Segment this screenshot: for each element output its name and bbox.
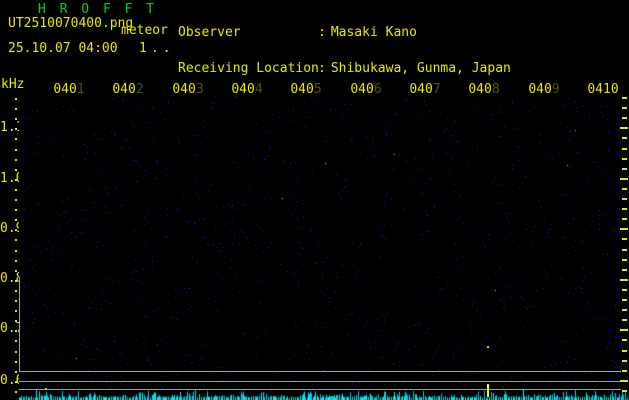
freq-tick-left [15,270,17,272]
info-value: Shibukawa, Gunma, Japan [330,61,511,77]
freq-tick-left [15,260,17,262]
freq-tick-left [15,391,17,393]
freq-tick-right-major [620,228,628,230]
freq-tick-right-minor [622,218,627,220]
freq-tick-right-minor [622,208,627,210]
time-tick-label: 0408 [468,82,500,97]
freq-tick-left [15,250,17,252]
freq-tick-left [15,229,17,231]
freq-tick-right-major [620,178,628,180]
level-gridline [19,389,621,390]
time-tick-label: 0401 [53,82,85,97]
info-value: Masaki Kano [330,25,417,40]
freq-tick-left [15,361,17,363]
freq-tick-right-minor [622,360,627,362]
echo-counter: 1.. [139,41,175,56]
freq-tick-left [15,209,17,211]
freq-tick-right-minor [622,289,627,291]
time-tick-label: 0403 [172,82,204,97]
time-tick-label: 0404 [231,82,263,97]
freq-tick-right-minor [622,188,627,190]
freq-tick-right-minor [622,259,627,261]
freq-tick-left [15,239,17,241]
level-graph-left-border [19,277,20,371]
info-label: Receiving Location [178,61,319,77]
freq-tick-right-minor [622,107,627,109]
freq-tick-right-minor [622,350,627,352]
freq-tick-right-minor [622,309,627,311]
event-dot [45,388,47,390]
observation-datetime: 25.10.07 04:00 [8,41,118,56]
time-tick-label: 0402 [112,82,144,97]
freq-tick-right-major [620,127,628,129]
freq-tick-right-minor [622,249,627,251]
freq-tick-right-minor [622,168,627,170]
hrofft-window: H R O F F T UT2510070400.png meteor 25.1… [0,0,629,400]
freq-tick-left [15,149,17,151]
freq-tick-right-minor [622,339,627,341]
freq-tick-left [15,118,17,120]
freq-tick-right-minor [622,390,627,392]
time-tick-label: 0405 [290,82,322,97]
freq-tick-left [15,330,17,332]
freq-tick-right-minor [622,117,627,119]
freq-tick-right-minor [622,137,627,139]
event-dot [487,346,489,348]
time-tick-label: 0410 [587,82,619,97]
info-label: Observer [178,25,241,40]
freq-tick-left [15,138,17,140]
level-gridline [19,371,621,372]
freq-tick-right-major [620,380,628,382]
info-row-location: Receiving Location: Shibukawa, Gunma, Jap… [178,61,573,77]
freq-tick-right-minor [622,158,627,160]
freq-tick-right-minor [622,97,627,99]
freq-tick-right-major [620,279,628,281]
freq-tick-left [15,320,17,322]
freq-tick-right-minor [622,269,627,271]
freq-tick-left [15,169,17,171]
freq-tick-left [15,219,17,221]
mode-label: meteor [121,23,168,38]
freq-tick-right-minor [622,370,627,372]
freq-tick-left [15,128,17,130]
freq-tick-left [15,159,17,161]
freq-tick-right-major [620,329,628,331]
freq-tick-left [15,310,17,312]
info-separator: : [318,61,326,77]
freq-tick-left [15,199,17,201]
freq-tick-left [15,300,17,302]
freq-tick-left [15,371,17,373]
freq-tick-right-minor [622,238,627,240]
freq-tick-left [15,290,17,292]
spectrogram-canvas [19,96,629,400]
freq-tick-right-minor [622,319,627,321]
freq-tick-left [15,98,17,100]
time-tick-label: 0407 [409,82,441,97]
freq-tick-left [15,351,17,353]
app-title: H R O F F T [38,2,158,17]
freq-tick-left [15,179,17,181]
freq-axis-unit: kHz [1,77,25,92]
freq-tick-left [15,108,17,110]
time-tick-label: 0409 [528,82,560,97]
info-row-observer: Observer: Masaki Kano [178,25,573,40]
freq-tick-right-minor [622,299,627,301]
freq-tick-left [15,381,17,383]
meteor-event-marker [487,384,489,397]
freq-tick-left [15,189,17,191]
freq-tick-right-minor [622,198,627,200]
freq-tick-left [15,340,17,342]
output-filename: UT2510070400.png [8,16,134,31]
time-tick-label: 0406 [350,82,382,97]
freq-tick-left [15,280,17,282]
level-gridline [19,381,621,382]
info-separator: : [318,25,326,40]
freq-tick-right-minor [622,148,627,150]
